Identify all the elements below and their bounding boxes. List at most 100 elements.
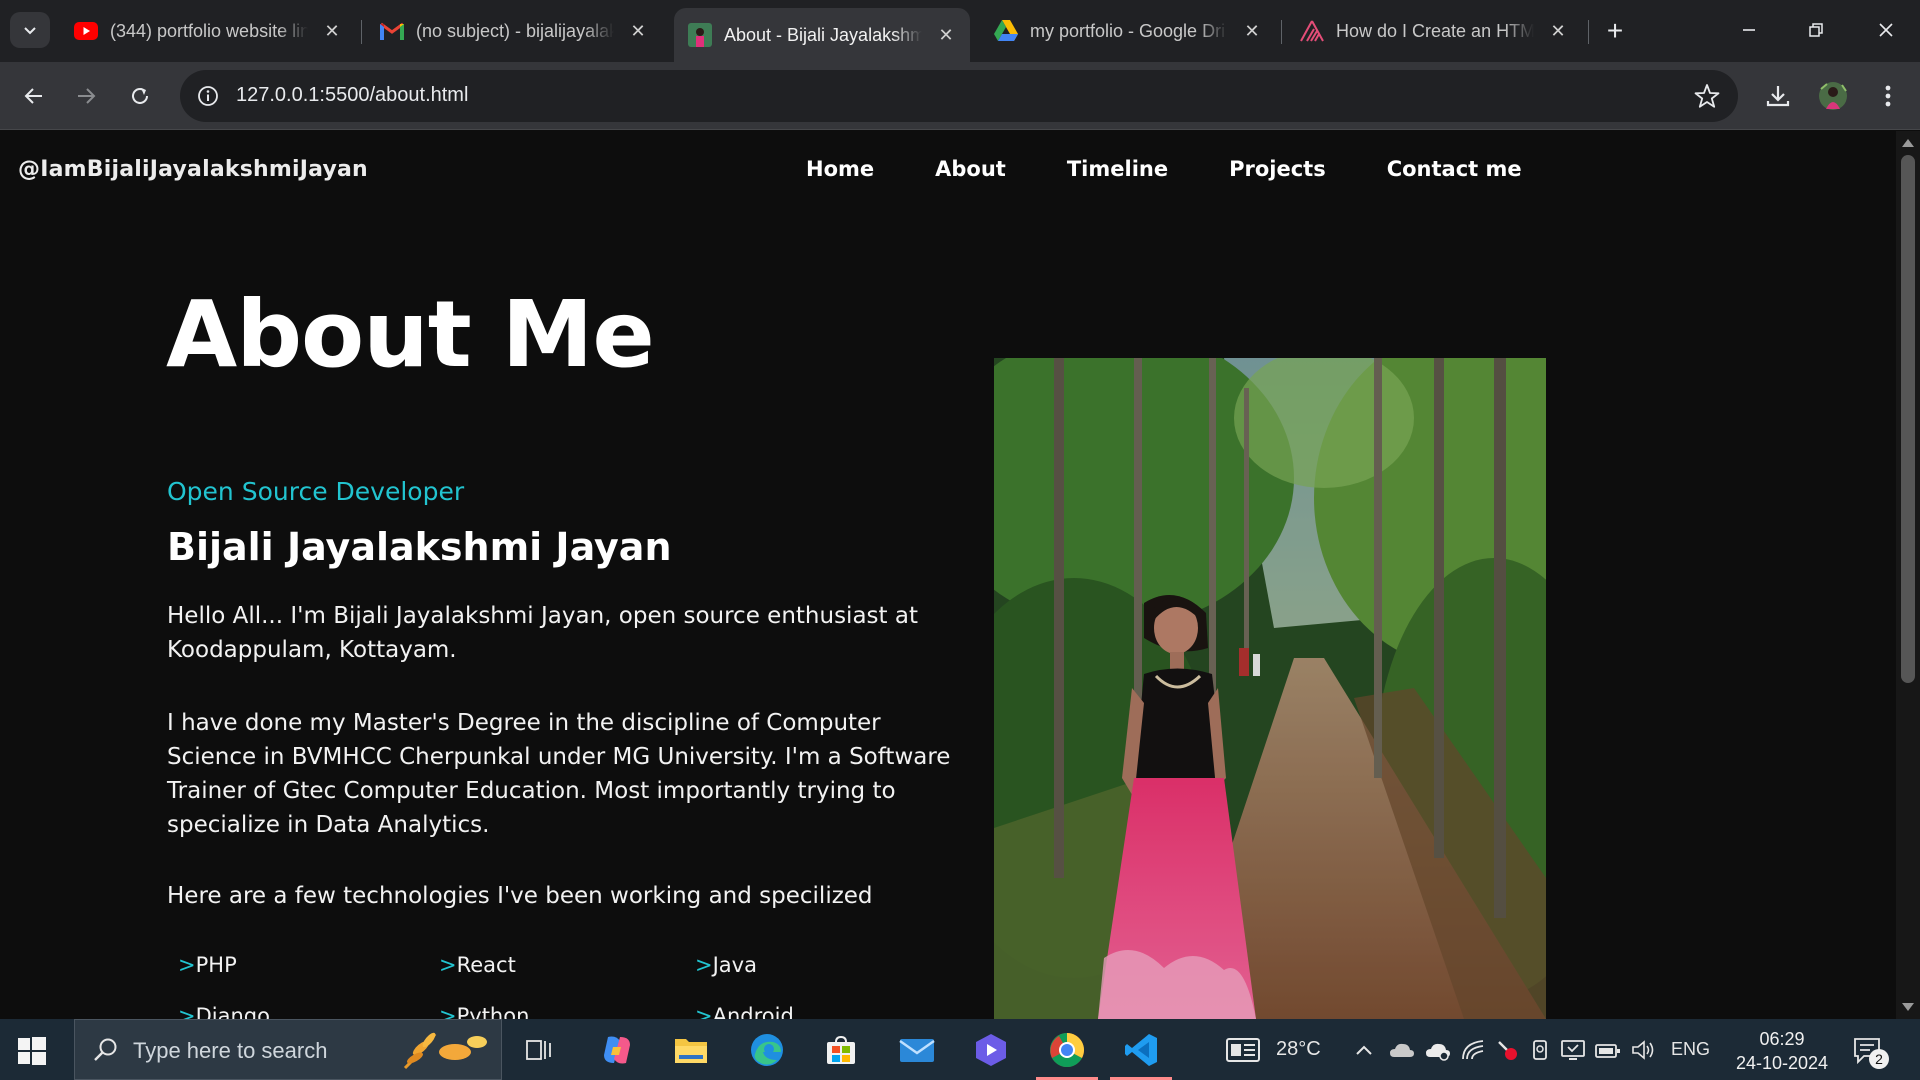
clipchamp-icon: [976, 1033, 1006, 1066]
tech-marker: >: [439, 953, 457, 977]
folder-icon: [675, 1038, 707, 1063]
mail-button[interactable]: [886, 1019, 948, 1080]
notification-center[interactable]: 2: [1852, 1019, 1889, 1080]
windows-start-icon[interactable]: [18, 1037, 46, 1065]
tab-website[interactable]: How do I Create an HTM ✕: [1286, 10, 1582, 52]
chrome-button[interactable]: [1036, 1019, 1098, 1080]
tech-item: >PHP: [178, 953, 237, 977]
new-tab-button[interactable]: +: [1598, 14, 1632, 48]
cloud-sync-icon[interactable]: [1425, 1039, 1451, 1061]
arrow-left-icon: [24, 88, 42, 104]
scroll-up-icon[interactable]: [1902, 139, 1914, 147]
clipchamp-button[interactable]: [960, 1019, 1022, 1080]
clock[interactable]: 06:29 24-10-2024: [1722, 1027, 1842, 1075]
close-icon[interactable]: ✕: [322, 21, 342, 42]
mail-icon: [899, 1038, 935, 1062]
tech-item: >Python: [439, 1004, 529, 1019]
gmail-icon: [380, 19, 404, 43]
vscode-icon: [1125, 1033, 1157, 1066]
wifi-icon[interactable]: [1461, 1039, 1485, 1061]
google-drive-icon: [994, 19, 1018, 43]
chrome-icon: [1050, 1032, 1084, 1067]
site-brand[interactable]: @IamBijaliJayalakshmiJayan: [18, 157, 368, 182]
close-icon[interactable]: ✕: [1242, 21, 1262, 42]
tech-marker: >: [178, 953, 196, 977]
close-icon[interactable]: ✕: [628, 21, 648, 42]
tech-item: >Android: [695, 1004, 794, 1019]
download-icon[interactable]: [1762, 80, 1794, 112]
browser-tab-strip: (344) portfolio website lin ✕ (no subjec…: [0, 0, 1920, 62]
tech-marker: >: [439, 1004, 457, 1019]
address-bar[interactable]: 127.0.0.1:5500/about.html: [180, 70, 1738, 122]
meet-now-icon[interactable]: [1529, 1039, 1551, 1061]
tab-separator: [1588, 20, 1589, 44]
forward-button[interactable]: [66, 76, 106, 116]
reload-icon: [132, 87, 148, 104]
scroll-down-icon[interactable]: [1902, 1003, 1914, 1011]
back-button[interactable]: [14, 76, 54, 116]
page-scrollbar[interactable]: [1896, 131, 1920, 1019]
reload-button[interactable]: [120, 76, 160, 116]
page-title: About Me: [166, 281, 655, 388]
edge-icon: [751, 1033, 783, 1066]
tab-gmail[interactable]: (no subject) - bijalijayalak ✕: [366, 10, 662, 52]
tech-marker: >: [695, 953, 713, 977]
clock-date: 24-10-2024: [1735, 1053, 1829, 1073]
tab-youtube[interactable]: (344) portfolio website lin ✕: [60, 10, 356, 52]
youtube-icon: [74, 19, 98, 43]
education-paragraph: I have done my Master's Degree in the di…: [167, 710, 951, 838]
tech-marker: >: [178, 1004, 196, 1019]
weather-temperature: 28°C: [1276, 1038, 1321, 1060]
close-icon[interactable]: ✕: [1548, 21, 1568, 42]
microsoft-store-button[interactable]: [810, 1019, 872, 1080]
chevron-up-icon[interactable]: [1355, 1044, 1373, 1056]
task-view-button[interactable]: [508, 1019, 570, 1080]
minimize-button[interactable]: [1719, 10, 1779, 50]
close-icon[interactable]: ✕: [936, 25, 956, 46]
system-tray: ENG: [1355, 1019, 1710, 1080]
profile-avatar[interactable]: [1817, 80, 1849, 112]
technologies-intro: Here are a few technologies I've been wo…: [167, 883, 873, 909]
battery-icon[interactable]: [1595, 1041, 1621, 1059]
site-favicon: [688, 23, 712, 47]
windows-taskbar: Type here to search 28°C ENG 06:29 24-10…: [0, 1019, 1920, 1080]
volume-icon[interactable]: [1631, 1039, 1655, 1061]
file-explorer-button[interactable]: [660, 1019, 722, 1080]
tab-title: (no subject) - bijalijayalak: [416, 20, 614, 41]
nav-contact[interactable]: Contact me: [1387, 157, 1522, 181]
bookmark-star-icon[interactable]: [1694, 83, 1720, 109]
url-text[interactable]: 127.0.0.1:5500/about.html: [236, 84, 468, 107]
restore-icon: [1809, 23, 1823, 37]
security-alert-icon[interactable]: [1495, 1038, 1519, 1062]
tab-title: About - Bijali Jayalakshm: [724, 24, 922, 45]
chevron-down-icon: [24, 27, 36, 35]
tab-google-drive[interactable]: my portfolio - Google Dri ✕: [980, 10, 1276, 52]
tab-about-active[interactable]: About - Bijali Jayalakshm ✕: [674, 8, 970, 62]
site-navigation: Home About Timeline Projects Contact me: [806, 157, 1583, 181]
scrollbar-thumb[interactable]: [1901, 155, 1915, 683]
language-indicator[interactable]: ENG: [1671, 1039, 1710, 1060]
site-info-icon[interactable]: [194, 82, 222, 110]
profile-photo: [994, 358, 1546, 1019]
onedrive-icon[interactable]: [1389, 1041, 1415, 1059]
tab-separator: [1281, 20, 1282, 44]
tech-item: >Java: [695, 953, 757, 977]
more-menu-icon[interactable]: [1872, 80, 1904, 112]
restore-button[interactable]: [1786, 10, 1846, 50]
copilot-button[interactable]: [586, 1019, 648, 1080]
taskbar-search-box[interactable]: Type here to search: [74, 1019, 502, 1080]
close-window-button[interactable]: [1856, 10, 1916, 50]
nav-timeline[interactable]: Timeline: [1067, 157, 1168, 181]
display-icon[interactable]: [1561, 1039, 1585, 1061]
weather-widget[interactable]: 28°C: [1226, 1019, 1321, 1080]
website-favicon: [1300, 19, 1324, 43]
nav-about[interactable]: About: [935, 157, 1006, 181]
nav-home[interactable]: Home: [806, 157, 874, 181]
vscode-button[interactable]: [1110, 1019, 1172, 1080]
nav-projects[interactable]: Projects: [1229, 157, 1326, 181]
arrow-right-icon: [78, 88, 96, 104]
edge-button[interactable]: [736, 1019, 798, 1080]
notification-badge: 2: [1869, 1049, 1889, 1069]
copilot-icon: [604, 1036, 630, 1063]
tab-search-button[interactable]: [10, 12, 50, 48]
